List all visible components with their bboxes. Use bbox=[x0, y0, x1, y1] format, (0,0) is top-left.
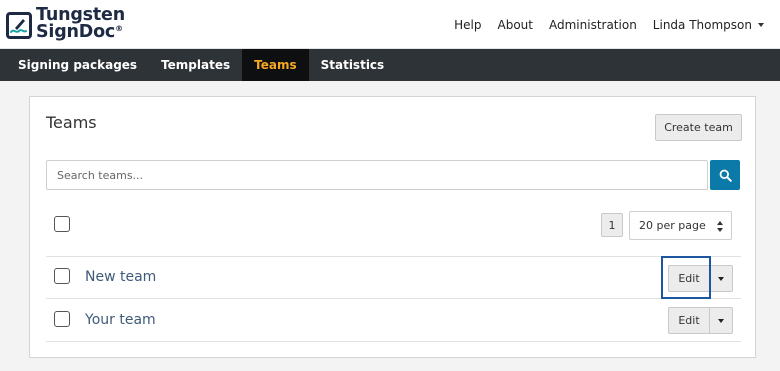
search-button[interactable] bbox=[710, 160, 740, 190]
about-link[interactable]: About bbox=[498, 18, 533, 32]
tab-signing-packages[interactable]: Signing packages bbox=[6, 49, 149, 81]
create-team-button[interactable]: Create team bbox=[655, 114, 742, 141]
app-header: Tungsten SignDoc® Help About Administrat… bbox=[0, 0, 780, 49]
edit-button[interactable]: Edit bbox=[668, 307, 710, 334]
caret-down-icon bbox=[758, 22, 764, 27]
main-navbar: Signing packages Templates Teams Statist… bbox=[0, 49, 780, 81]
page-title: Teams bbox=[46, 113, 97, 132]
team-name-link[interactable]: Your team bbox=[85, 312, 156, 328]
row-divider bbox=[46, 298, 741, 299]
row-checkbox[interactable] bbox=[54, 311, 70, 327]
per-page-select[interactable]: 20 per page bbox=[629, 211, 732, 240]
actions-dropdown-button[interactable] bbox=[710, 307, 733, 334]
caret-down-icon bbox=[718, 276, 724, 281]
row-divider bbox=[46, 256, 741, 257]
tab-teams[interactable]: Teams bbox=[242, 49, 309, 81]
pen-signature-icon bbox=[6, 11, 32, 39]
select-all-checkbox[interactable] bbox=[54, 216, 70, 232]
sort-icon bbox=[717, 221, 723, 232]
brand-line2: SignDoc bbox=[36, 22, 116, 42]
user-name: Linda Thompson bbox=[652, 17, 752, 32]
per-page-value: 20 per page bbox=[639, 219, 706, 232]
actions-dropdown-button[interactable] bbox=[710, 265, 733, 292]
registered-mark: ® bbox=[115, 24, 123, 33]
teams-card: Teams Create team 1 20 per page New team… bbox=[29, 96, 756, 358]
search-input[interactable] bbox=[46, 160, 708, 190]
top-navigation: Help About Administration Linda Thompson bbox=[438, 0, 764, 49]
administration-link[interactable]: Administration bbox=[549, 18, 637, 32]
team-name-link[interactable]: New team bbox=[85, 269, 156, 285]
user-menu[interactable]: Linda Thompson bbox=[653, 18, 764, 32]
page-number-button[interactable]: 1 bbox=[601, 213, 623, 237]
team-actions: Edit bbox=[668, 307, 733, 334]
brand-logo[interactable]: Tungsten SignDoc® bbox=[6, 4, 125, 44]
tab-statistics[interactable]: Statistics bbox=[309, 49, 397, 81]
row-divider bbox=[46, 341, 741, 342]
tab-templates[interactable]: Templates bbox=[149, 49, 242, 81]
search-icon bbox=[719, 169, 732, 182]
team-actions: Edit bbox=[668, 265, 733, 292]
caret-down-icon bbox=[718, 318, 724, 323]
edit-button[interactable]: Edit bbox=[668, 265, 710, 292]
row-checkbox[interactable] bbox=[54, 268, 70, 284]
help-link[interactable]: Help bbox=[454, 18, 481, 32]
